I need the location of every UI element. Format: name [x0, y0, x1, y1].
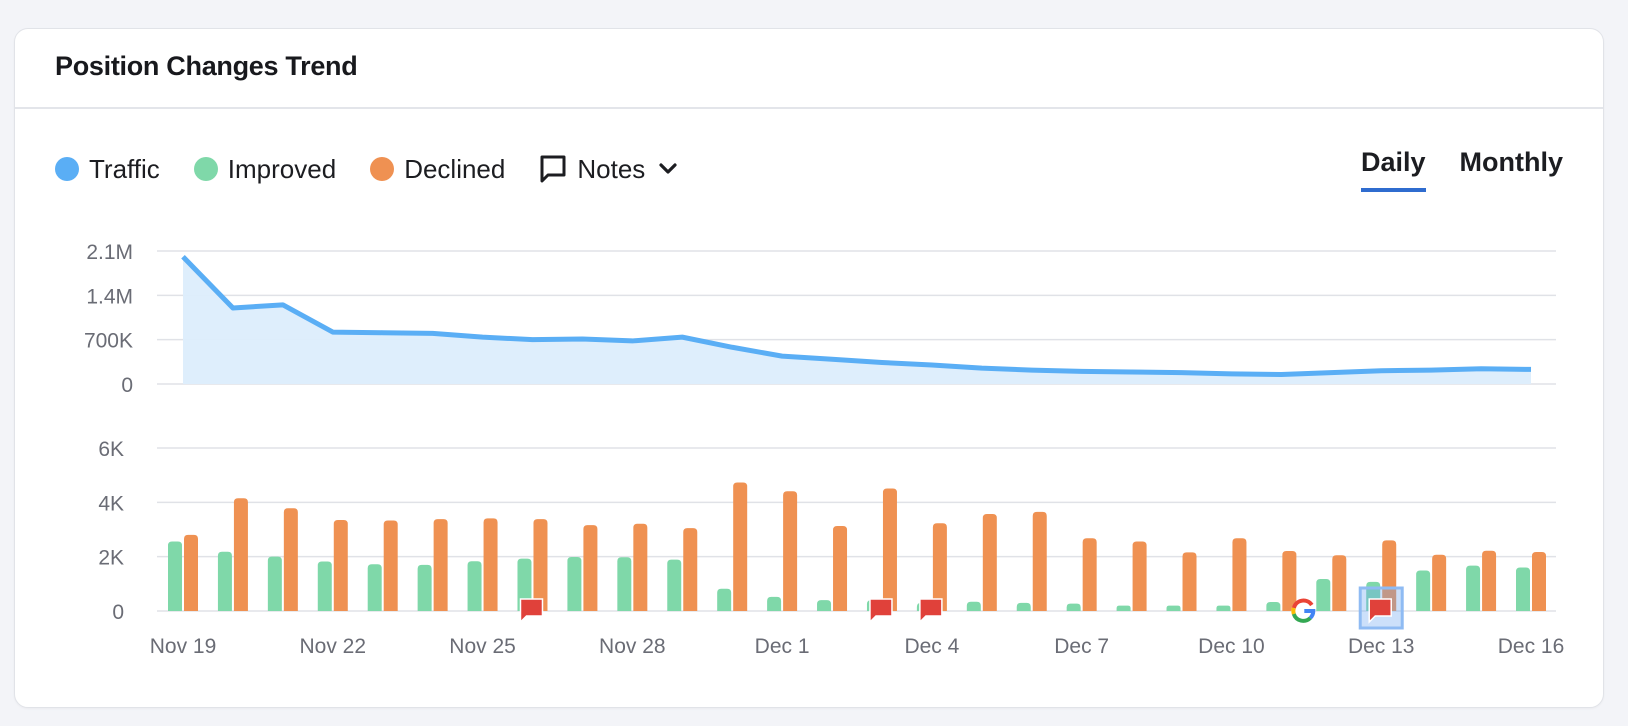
improved-bar: [817, 600, 832, 611]
improved-bar: [1166, 605, 1181, 611]
bars-ytick-label: 0: [112, 601, 124, 624]
improved-bar: [1516, 567, 1530, 611]
declined-bar: [433, 519, 448, 611]
improved-bar: [1066, 603, 1081, 611]
declined-bar: [982, 514, 997, 611]
declined-bar: [383, 520, 398, 611]
improved-bar: [617, 557, 632, 611]
declined-bar: [733, 482, 748, 611]
google-icon[interactable]: [1291, 598, 1316, 623]
improved-bar: [267, 556, 282, 611]
declined-bar: [1282, 550, 1297, 611]
improved-bar: [1266, 602, 1281, 611]
declined-bar: [1432, 554, 1447, 611]
position-bars-chart: 0 2K 4K 6K Nov 19 Nov 22 Nov 25 Nov 28 Dec 1 Dec …: [98, 438, 1564, 658]
declined-bar: [1482, 550, 1497, 611]
improved-bar: [417, 564, 432, 611]
x-tick-label: Dec 13: [1348, 635, 1415, 658]
declined-bar: [283, 508, 298, 611]
declined-bar: [683, 528, 698, 611]
traffic-area: [183, 256, 1531, 384]
improved-bar: [1316, 578, 1331, 611]
declined-bar: [1532, 552, 1546, 611]
declined-bar: [184, 534, 198, 611]
declined-bar: [333, 519, 348, 611]
improved-bar: [567, 556, 582, 611]
declined-bar: [633, 523, 648, 611]
improved-bar: [367, 564, 382, 611]
improved-bar: [1216, 605, 1231, 611]
note-flag-icon[interactable]: [869, 598, 893, 624]
bars-ytick-label: 2K: [98, 547, 124, 570]
x-tick-label: Nov 28: [599, 635, 666, 658]
improved-bar: [467, 561, 482, 611]
declined-bar: [1332, 555, 1347, 611]
x-tick-label: Dec 10: [1198, 635, 1265, 658]
declined-bar: [483, 518, 498, 611]
x-tick-label: Dec 4: [904, 635, 959, 658]
improved-bar: [1416, 570, 1431, 611]
x-tick-label: Nov 19: [150, 635, 217, 658]
declined-bar: [1082, 538, 1097, 611]
declined-bar: [1232, 538, 1247, 611]
note-flag-icon[interactable]: [519, 598, 544, 624]
x-tick-label: Nov 22: [300, 635, 367, 658]
improved-bar: [1116, 605, 1131, 611]
improved-bar: [1016, 602, 1031, 611]
declined-bar: [882, 488, 897, 611]
traffic-ytick-label: 0: [121, 374, 133, 397]
traffic-ytick-label: 1.4M: [86, 285, 133, 308]
declined-bar: [583, 525, 598, 611]
traffic-chart: 0 700K 1.4M 2.1M: [84, 241, 1556, 397]
declined-bar: [1032, 511, 1047, 611]
improved-bar: [168, 541, 182, 611]
note-flag-icon[interactable]: [919, 598, 943, 624]
x-tick-label: Dec 1: [755, 635, 810, 658]
improved-bar: [717, 588, 732, 611]
declined-bar: [233, 498, 248, 611]
traffic-ytick-label: 700K: [84, 330, 133, 353]
bars-ytick-label: 4K: [98, 492, 124, 515]
x-tick-label: Dec 7: [1054, 635, 1109, 658]
declined-bar: [833, 525, 848, 611]
improved-bar: [667, 559, 682, 611]
x-tick-label: Dec 16: [1498, 635, 1565, 658]
traffic-ytick-label: 2.1M: [86, 241, 133, 264]
improved-bar: [217, 551, 232, 611]
position-changes-chart: 0 700K 1.4M 2.1M 0 2K 4K 6K Nov 19 Nov 22 Nov 25 N…: [84, 241, 1564, 658]
improved-bar: [966, 601, 981, 611]
improved-bar: [1466, 565, 1481, 611]
declined-bar: [533, 519, 548, 611]
x-tick-label: Nov 25: [449, 635, 516, 658]
declined-bar: [1182, 552, 1197, 611]
declined-bar: [932, 523, 947, 611]
improved-bar: [767, 596, 782, 611]
declined-bar: [1132, 541, 1147, 611]
improved-bar: [317, 561, 332, 611]
bars-ytick-label: 6K: [98, 438, 124, 461]
declined-bar: [783, 491, 798, 611]
